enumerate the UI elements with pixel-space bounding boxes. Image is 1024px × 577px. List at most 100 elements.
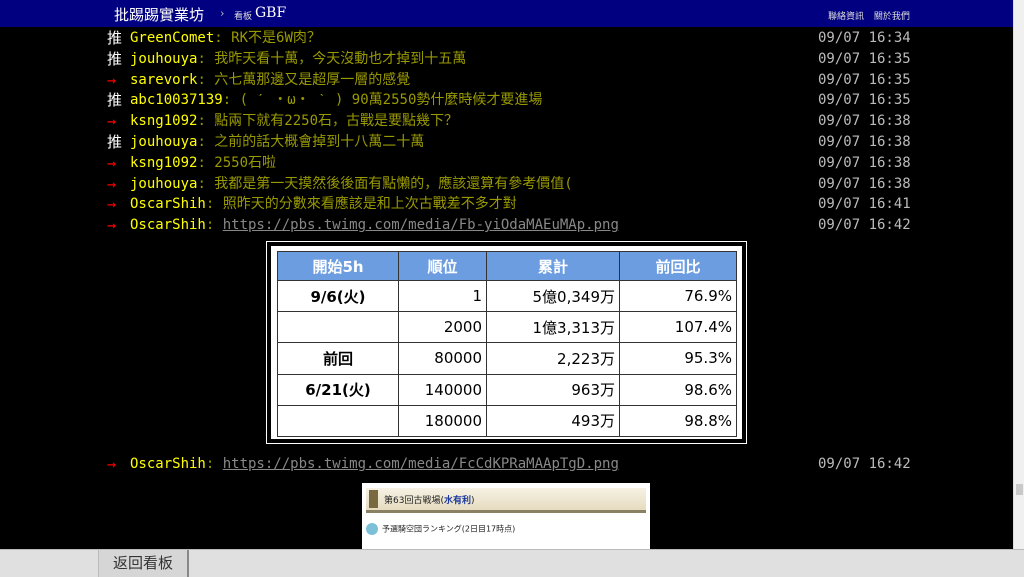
table-cell: 107.4%: [619, 311, 737, 344]
push-tag: →: [107, 112, 117, 131]
push-user[interactable]: OscarShih: https://pbs.twimg.com/media/F…: [130, 454, 619, 474]
header-cell: 前回比: [619, 251, 737, 281]
top-links: 聯絡資訊 關於我們: [828, 9, 917, 22]
push-row: 推 abc10037139: ( ˊ ・ω・ ˋ ) 90萬2550勢什麼時候才要…: [0, 90, 1013, 110]
header-cell: 開始5h: [277, 251, 399, 281]
push-content: : ( ˊ ・ω・ ˋ ) 90萬2550勢什麼時候才要進場: [222, 92, 543, 109]
push-tag: 推: [107, 29, 123, 47]
push-row: → ksng1092: 點兩下就有2250石，古戰是要點幾下？ 09/07 16:3…: [0, 111, 1013, 131]
push-row: → OscarShih: https://pbs.twimg.com/media/…: [0, 215, 1013, 235]
table-cell: 1億3,313万: [486, 311, 620, 344]
table-cell: 2,223万: [486, 342, 620, 375]
image2-title: 第63回古戦場(水有利): [384, 496, 475, 506]
push-row: 推 jouhouya: 之前的話大概會掉到十八萬二十萬 09/07 16:38: [0, 132, 1013, 152]
push-time: 09/07 16:38: [818, 154, 911, 171]
table-cell: 9/6(火): [277, 279, 399, 313]
push-user[interactable]: OscarShih: https://pbs.twimg.com/media/F…: [130, 215, 619, 235]
table-cell: [277, 404, 399, 438]
table-row: 6/21(火) 140000 963万 98.6%: [277, 373, 737, 406]
board-label: 看板: [234, 12, 253, 22]
push-user[interactable]: GreenComet: RK不是6W肉？: [130, 28, 321, 48]
ranking-table: 開始5h 順位 累計 前回比 9/6(火) 1 5億0,349万 76.9% 2000 1…: [277, 251, 737, 438]
table-cell: 76.9%: [619, 279, 737, 313]
push-time: 09/07 16:41: [818, 196, 911, 213]
header-cell: 累計: [486, 251, 620, 281]
push-user[interactable]: jouhouya: 之前的話大概會掉到十八萬二十萬: [130, 132, 424, 152]
push-time: 09/07 16:38: [818, 134, 911, 150]
image2-subtitle: 予選騎空団ランキング(2日目17時点): [366, 523, 515, 535]
push-link[interactable]: https://pbs.twimg.com/media/Fb-yiOdaMAEu…: [223, 217, 619, 233]
site-title-link[interactable]: 批踢踢實業坊: [114, 4, 204, 25]
table-cell: [277, 311, 399, 344]
push-tag: →: [107, 195, 117, 214]
push-time: 09/07 16:38: [818, 175, 911, 192]
push-time: 09/07 16:42: [818, 456, 911, 472]
push-content: : 六七萬那邊又是超厚一層的感覺: [197, 71, 411, 88]
battle-ranking-image[interactable]: 第63回古戦場(水有利) 予選騎空団ランキング(2日目17時点): [362, 483, 650, 549]
push-row: → sarevork: 六七萬那邊又是超厚一層的感覺 09/07 16:35: [0, 70, 1013, 90]
push-content: : RK不是6W肉？: [214, 30, 321, 46]
ship-icon: [366, 523, 378, 535]
push-tag: 推: [107, 91, 123, 110]
table-cell: 95.3%: [619, 342, 737, 375]
table-cell: 5億0,349万: [486, 279, 620, 313]
table-row: 2000 1億3,313万 107.4%: [277, 311, 737, 344]
ranking-table-image[interactable]: 開始5h 順位 累計 前回比 9/6(火) 1 5億0,349万 76.9% 2000 1…: [266, 241, 747, 444]
push-content: : 點兩下就有2250石，古戰是要點幾下？: [197, 113, 459, 130]
push-user[interactable]: OscarShih: 照昨天的分數來看應該是和上次古戰差不多才對: [130, 194, 517, 214]
push-row: → OscarShih: https://pbs.twimg.com/media…: [0, 454, 1013, 474]
push-content: : 2550石啦: [197, 154, 277, 171]
push-content: : 之前的話大概會掉到十八萬二十萬: [197, 134, 425, 150]
push-tag: →: [107, 70, 117, 89]
scrollbar[interactable]: [1013, 0, 1024, 549]
push-row: → OscarShih: 照昨天的分數來看應該是和上次古戰差不多才對 09/07 1…: [0, 194, 1013, 214]
push-time: 09/07 16:38: [818, 113, 911, 130]
push-time: 09/07 16:34: [818, 30, 911, 46]
bottom-bar: 返回看板: [0, 549, 1024, 577]
back-to-board-button[interactable]: 返回看板: [98, 550, 189, 577]
push-tag: 推: [107, 133, 123, 151]
push-link[interactable]: https://pbs.twimg.com/media/FcCdKPRaMAAp…: [223, 456, 619, 472]
push-user[interactable]: ksng1092: 2550石啦: [130, 153, 276, 173]
breadcrumb-separator: ›: [220, 7, 225, 20]
push-row: → jouhouya: 我都是第一天摸然後後面有點懶的，應該還算有參考價值( 09/…: [0, 174, 1013, 194]
push-time: 09/07 16:42: [818, 217, 911, 234]
push-row: → ksng1092: 2550石啦 09/07 16:38: [0, 153, 1013, 173]
header-cell: 順位: [398, 251, 487, 281]
table-header-row: 開始5h 順位 累計 前回比: [277, 251, 737, 281]
table-cell: 963万: [486, 373, 620, 406]
table-cell: 493万: [486, 404, 620, 438]
about-link[interactable]: 關於我們: [874, 12, 910, 22]
push-row: 推 jouhouya: 我昨天看十萬，今天沒動也才掉到十五萬 09/07 16:35: [0, 49, 1013, 69]
push-tag: →: [107, 216, 117, 235]
push-content: : 我昨天看十萬，今天沒動也才掉到十五萬: [197, 50, 467, 67]
contact-link[interactable]: 聯絡資訊: [828, 12, 864, 22]
push-content: :: [205, 456, 223, 472]
push-time: 09/07 16:35: [818, 92, 911, 109]
table-row: 9/6(火) 1 5億0,349万 76.9%: [277, 279, 737, 313]
top-bar: 批踢踢實業坊 › 看板 GBF 聯絡資訊 關於我們: [0, 0, 1013, 27]
push-user[interactable]: sarevork: 六七萬那邊又是超厚一層的感覺: [130, 70, 410, 90]
push-user[interactable]: jouhouya: 我都是第一天摸然後後面有點懶的，應該還算有參考價值(: [130, 174, 573, 194]
table-cell: 140000: [398, 373, 487, 406]
board-name-link[interactable]: GBF: [255, 5, 286, 21]
table-cell: 2000: [398, 311, 487, 344]
table-cell: 98.8%: [619, 404, 737, 438]
push-content: : 照昨天的分數來看應該是和上次古戰差不多才對: [205, 196, 517, 213]
push-user[interactable]: abc10037139: ( ˊ ・ω・ ˋ ) 90萬2550勢什麼時候才要進…: [130, 90, 542, 110]
table-cell: 80000: [398, 342, 487, 375]
push-content: : 我都是第一天摸然後後面有點懶的，應該還算有參考價值(: [197, 175, 573, 192]
table-cell: 6/21(火): [277, 373, 399, 406]
push-user[interactable]: ksng1092: 點兩下就有2250石，古戰是要點幾下？: [130, 111, 458, 131]
push-tag: →: [107, 455, 117, 473]
scrollbar-thumb[interactable]: [1016, 484, 1023, 495]
table-cell: 180000: [398, 404, 487, 438]
push-row: 推 GreenComet: RK不是6W肉？ 09/07 16:34: [0, 28, 1013, 48]
push-user[interactable]: jouhouya: 我昨天看十萬，今天沒動也才掉到十五萬: [130, 49, 466, 69]
push-content: :: [205, 217, 223, 234]
table-cell: 1: [398, 279, 487, 313]
push-tag: →: [107, 174, 117, 193]
table-row: 前回 80000 2,223万 95.3%: [277, 342, 737, 375]
push-tag: →: [107, 153, 117, 172]
badge-icon: [369, 490, 378, 508]
